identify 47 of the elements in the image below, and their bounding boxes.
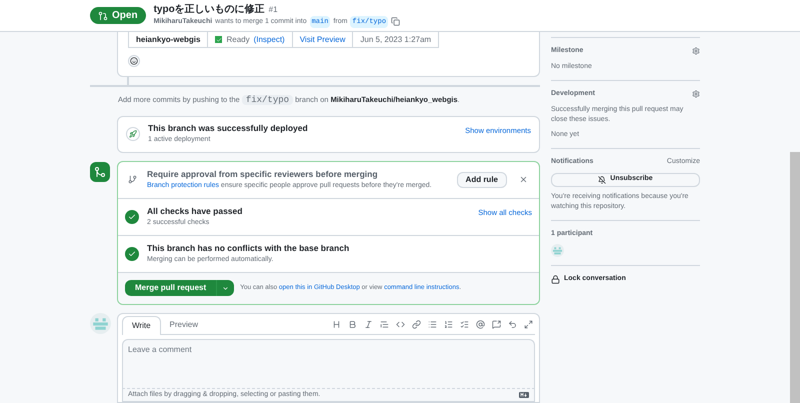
bulleted-list-icon[interactable] (428, 320, 437, 329)
pull-request-number: #1 (268, 4, 278, 16)
heading-icon[interactable] (332, 320, 341, 329)
deployment-title: This branch was successfully deployed (148, 122, 309, 136)
section-title: All checks have passed (147, 204, 244, 218)
link-icon[interactable] (412, 320, 421, 329)
merge-dropdown-button[interactable] (216, 280, 234, 296)
code-icon[interactable] (396, 320, 405, 329)
section-title: Require approval from specific reviewers before merging (147, 168, 379, 181)
close-icon[interactable] (519, 175, 528, 184)
italic-icon[interactable] (364, 320, 373, 329)
status-badge: Open (90, 7, 146, 24)
editor-tab[interactable]: Preview (160, 315, 207, 334)
settings-icon[interactable] (692, 90, 700, 98)
markdown-icon (519, 392, 529, 398)
avatar-icon (551, 244, 564, 257)
bell-off-icon (598, 176, 606, 184)
check-icon (125, 246, 139, 260)
reply-icon[interactable] (508, 320, 517, 329)
table-cell: heiankyo-webgis (129, 32, 208, 47)
check-icon (125, 210, 139, 224)
quote-icon[interactable] (380, 320, 389, 329)
mention-icon[interactable] (476, 320, 485, 329)
section-title: This branch has no conflicts with the base branch (147, 242, 350, 255)
pull-request-title: typoを正しいものに修正 (154, 4, 265, 16)
merge-icon (90, 162, 110, 182)
editor-tab[interactable]: Write (122, 316, 161, 335)
checkbox-icon (215, 36, 222, 43)
fullscreen-icon[interactable] (524, 320, 533, 329)
visit-preview-link[interactable]: Visit Preview (292, 32, 354, 47)
bold-icon[interactable] (348, 320, 357, 329)
status-text: Ready (226, 34, 250, 46)
merge-button[interactable]: Merge pull request (125, 280, 216, 296)
settings-icon[interactable] (692, 47, 700, 56)
caret-icon (222, 284, 230, 292)
rocket-icon (126, 127, 140, 141)
comment-field[interactable]: Leave a comment (122, 339, 535, 388)
inspect-link[interactable]: (Inspect) (254, 34, 285, 46)
reference-icon[interactable] (492, 320, 501, 329)
emoji-button[interactable] (128, 55, 140, 67)
avatar-icon (90, 312, 111, 334)
table-cell-text: Jun 5, 2023 1:27am (359, 34, 432, 46)
copy-icon[interactable] (391, 17, 400, 26)
add-rule-button[interactable]: Add rule (456, 172, 507, 188)
task-list-icon[interactable] (460, 320, 469, 329)
numbered-list-icon[interactable] (444, 320, 453, 329)
lock-icon (551, 274, 560, 284)
